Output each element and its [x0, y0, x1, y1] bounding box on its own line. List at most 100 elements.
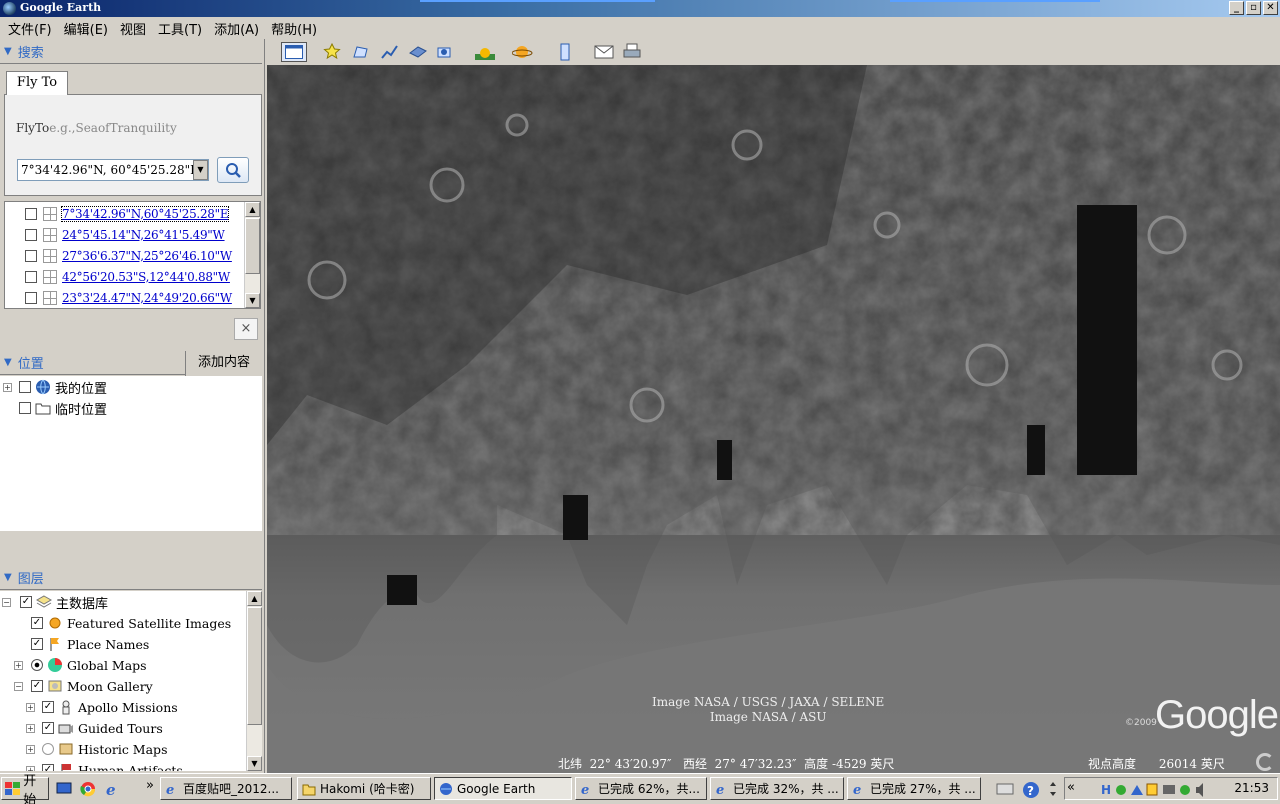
- result-checkbox[interactable]: [25, 207, 37, 220]
- add-path-button[interactable]: [379, 42, 401, 62]
- item-checkbox[interactable]: ✓: [31, 638, 43, 650]
- tray-chevron[interactable]: «: [1067, 780, 1075, 795]
- result-checkbox[interactable]: [25, 291, 37, 304]
- menu-file[interactable]: 文件(F): [2, 17, 58, 39]
- menu-view[interactable]: 视图: [114, 17, 152, 39]
- add-placemark-button[interactable]: [321, 42, 343, 62]
- tree-item[interactable]: ✓ Place Names: [31, 634, 149, 654]
- tree-item[interactable]: 临时位置: [3, 398, 107, 418]
- result-link[interactable]: 24°5'45.14"N,26°41'5.49"W: [62, 228, 225, 242]
- scroll-up-icon[interactable]: ▲: [245, 202, 260, 217]
- ie-icon[interactable]: e: [104, 781, 120, 797]
- list-item[interactable]: 42°56'20.53"S,12°44'0.88"W: [25, 267, 230, 286]
- clear-search-button[interactable]: ×: [234, 318, 258, 340]
- astronaut-icon: [62, 700, 70, 715]
- start-button[interactable]: 开始: [1, 774, 49, 804]
- item-checkbox[interactable]: ✓: [31, 617, 43, 629]
- taskbar-item[interactable]: e 已完成 27%，共 ...: [847, 777, 981, 800]
- language-bar-arrows-icon[interactable]: [1048, 778, 1058, 800]
- expand-icon[interactable]: +: [26, 702, 35, 712]
- result-link[interactable]: 7°34'42.96"N,60°45'25.28"E: [60, 205, 230, 222]
- expand-icon[interactable]: +: [14, 660, 23, 670]
- tree-item[interactable]: + Historic Maps: [26, 739, 167, 759]
- close-button[interactable]: ✕: [1263, 1, 1278, 15]
- collapse-icon[interactable]: −: [14, 681, 23, 691]
- layers-panel-header[interactable]: ▼ 图层: [0, 566, 262, 590]
- result-link[interactable]: 23°3'24.47"N,24°49'20.66"W: [62, 291, 232, 305]
- quicklaunch-chevron[interactable]: »: [146, 778, 154, 793]
- scroll-thumb[interactable]: [247, 607, 262, 725]
- show-desktop-icon[interactable]: [56, 782, 72, 796]
- keyboard-icon[interactable]: [996, 781, 1014, 797]
- fly-to-input[interactable]: 7°34'42.96"N, 60°45'25.28"E: [17, 159, 209, 181]
- maximize-button[interactable]: ▫: [1246, 1, 1261, 15]
- result-checkbox[interactable]: [25, 270, 37, 283]
- taskbar-item[interactable]: Hakomi (哈卡密): [297, 777, 431, 800]
- search-panel-header[interactable]: ▼ 搜索: [0, 40, 262, 64]
- tree-item[interactable]: + 我的位置: [3, 377, 107, 397]
- item-radio[interactable]: [42, 743, 54, 755]
- item-checkbox[interactable]: [19, 402, 31, 414]
- taskbar-item[interactable]: e 已完成 32%，共 ...: [710, 777, 844, 800]
- clock: 21:53: [1234, 781, 1269, 795]
- list-item[interactable]: 7°34'42.96"N,60°45'25.28"E: [25, 204, 230, 223]
- help-icon[interactable]: ?: [1022, 781, 1040, 799]
- envelope-icon: [594, 45, 614, 59]
- ruler-button[interactable]: [554, 42, 576, 62]
- result-link[interactable]: 27°36'6.37"N,25°26'46.10"W: [62, 249, 232, 263]
- item-checkbox[interactable]: ✓: [42, 701, 54, 713]
- scroll-thumb[interactable]: [245, 218, 260, 274]
- add-polygon-button[interactable]: [350, 42, 372, 62]
- dropdown-arrow-icon[interactable]: ▼: [193, 160, 208, 180]
- expand-icon[interactable]: +: [26, 744, 35, 754]
- sidebar-toggle-button[interactable]: [281, 42, 307, 62]
- result-checkbox[interactable]: [25, 228, 37, 241]
- tab-fly-to[interactable]: Fly To: [6, 71, 68, 95]
- scroll-up-icon[interactable]: ▲: [247, 591, 262, 606]
- menu-add[interactable]: 添加(A): [208, 17, 265, 39]
- menu-tools[interactable]: 工具(T): [152, 17, 208, 39]
- item-checkbox[interactable]: [19, 381, 31, 393]
- record-tour-button[interactable]: [435, 42, 457, 62]
- results-scrollbar[interactable]: ▲ ▼: [244, 202, 260, 308]
- list-item[interactable]: 27°36'6.37"N,25°26'46.10"W: [25, 246, 232, 265]
- taskbar-item[interactable]: e 百度贴吧_2012...: [160, 777, 292, 800]
- collapse-icon[interactable]: −: [2, 597, 11, 607]
- expand-icon[interactable]: +: [3, 382, 12, 392]
- menu-help[interactable]: 帮助(H): [265, 17, 323, 39]
- search-button[interactable]: [217, 157, 249, 183]
- result-link[interactable]: 42°56'20.53"S,12°44'0.88"W: [62, 270, 230, 284]
- tray-icons[interactable]: H: [1101, 781, 1211, 797]
- layers-scrollbar[interactable]: ▲ ▼: [246, 591, 262, 771]
- result-checkbox[interactable]: [25, 249, 37, 262]
- tree-item[interactable]: + ✓ Guided Tours: [26, 718, 163, 738]
- email-button[interactable]: [593, 42, 615, 62]
- add-overlay-button[interactable]: [407, 42, 429, 62]
- menu-edit[interactable]: 编辑(E): [58, 17, 114, 39]
- tree-item[interactable]: + ✓ Human Artifacts: [26, 760, 183, 771]
- add-content-button[interactable]: 添加内容: [185, 351, 262, 376]
- scroll-down-icon[interactable]: ▼: [247, 756, 262, 771]
- tree-item[interactable]: − ✓ Moon Gallery: [14, 676, 153, 696]
- list-item[interactable]: 23°3'24.47"N,24°49'20.66"W: [25, 288, 232, 307]
- taskbar-item-google-earth[interactable]: Google Earth: [434, 777, 572, 800]
- print-button[interactable]: [621, 42, 643, 62]
- tree-item[interactable]: + Global Maps: [14, 655, 147, 675]
- list-item[interactable]: 24°5'45.14"N,26°41'5.49"W: [25, 225, 225, 244]
- scroll-down-icon[interactable]: ▼: [245, 293, 260, 308]
- moon-map-view[interactable]: Image NASA / USGS / JAXA / SELENE Image …: [267, 65, 1280, 773]
- tree-item[interactable]: − ✓ 主数据库: [2, 592, 108, 612]
- tree-item[interactable]: + ✓ Apollo Missions: [26, 697, 178, 717]
- chrome-icon[interactable]: [80, 781, 96, 797]
- item-radio[interactable]: [31, 659, 43, 671]
- sunlight-button[interactable]: [474, 42, 496, 62]
- expand-icon[interactable]: +: [26, 723, 35, 733]
- item-checkbox[interactable]: ✓: [20, 596, 32, 608]
- planets-button[interactable]: [512, 42, 534, 62]
- minimize-button[interactable]: _: [1229, 1, 1244, 15]
- item-checkbox[interactable]: ✓: [31, 680, 43, 692]
- item-checkbox[interactable]: ✓: [42, 722, 54, 734]
- tree-item[interactable]: ✓ Featured Satellite Images: [31, 613, 231, 633]
- folder-icon: [35, 403, 51, 415]
- taskbar-item[interactable]: e 已完成 62%，共...: [575, 777, 707, 800]
